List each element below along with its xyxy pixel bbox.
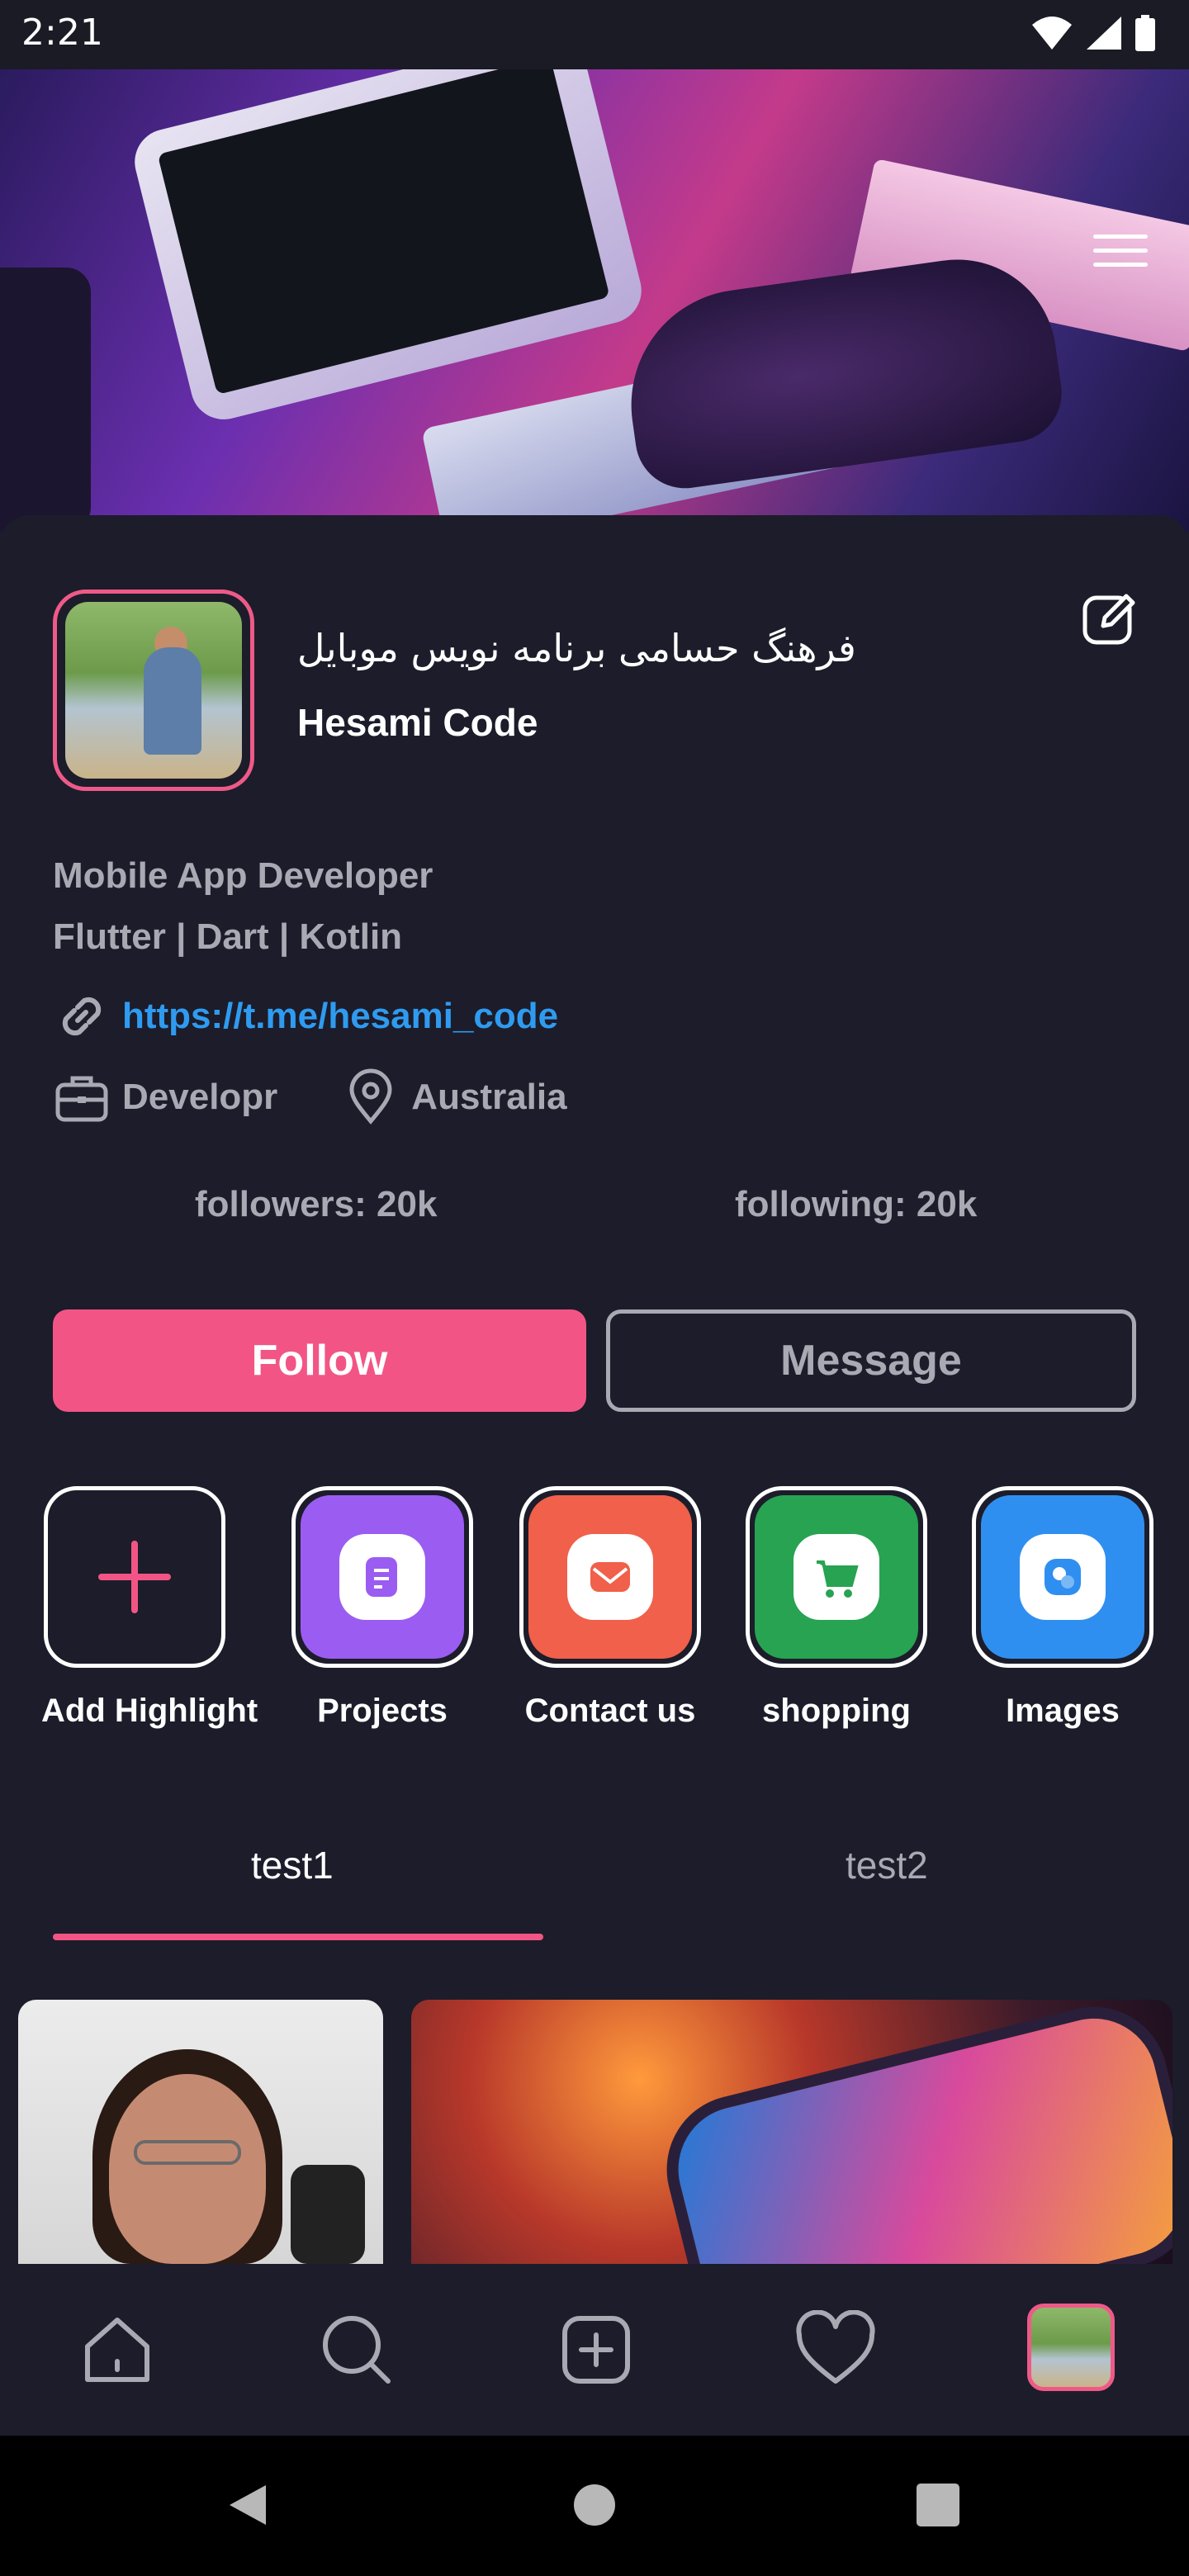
image-icon bbox=[1045, 1559, 1081, 1595]
cart-icon bbox=[817, 1560, 859, 1598]
heart-icon bbox=[796, 2310, 875, 2384]
search-icon bbox=[323, 2316, 391, 2384]
highlight-contact[interactable]: Contact us bbox=[517, 1486, 703, 1730]
post-thumbnail[interactable] bbox=[18, 2000, 383, 2264]
cover-image bbox=[0, 69, 1189, 532]
signal-icon bbox=[1087, 17, 1121, 50]
profile-location: Australia bbox=[411, 1077, 567, 1117]
highlight-add[interactable]: Add Highlight bbox=[41, 1486, 258, 1730]
nav-search[interactable] bbox=[314, 2307, 400, 2393]
followers-count[interactable]: followers: 20k bbox=[195, 1184, 437, 1225]
message-button[interactable]: Message bbox=[606, 1309, 1136, 1412]
status-bar: 2:21 bbox=[0, 0, 1189, 69]
shopping-tile bbox=[755, 1495, 918, 1659]
cover-mug bbox=[0, 268, 91, 532]
menu-icon[interactable] bbox=[1093, 234, 1148, 274]
highlight-label: Projects bbox=[317, 1693, 448, 1729]
bio-line-2: Flutter | Dart | Kotlin bbox=[53, 916, 403, 957]
status-time: 2:21 bbox=[21, 12, 103, 54]
follow-button[interactable]: Follow bbox=[53, 1309, 586, 1412]
highlight-shopping[interactable]: shopping bbox=[743, 1486, 930, 1730]
profile-name-en: Hesami Code bbox=[297, 701, 538, 744]
nav-profile-avatar[interactable] bbox=[1027, 2304, 1115, 2391]
add-icon bbox=[562, 2316, 630, 2384]
location-icon bbox=[349, 1068, 392, 1125]
edit-icon[interactable] bbox=[1080, 588, 1139, 647]
contact-tile bbox=[528, 1495, 692, 1659]
nav-favorites[interactable] bbox=[793, 2307, 879, 2393]
wifi-icon bbox=[1032, 17, 1072, 50]
battery-icon bbox=[1135, 15, 1155, 51]
bio-line-1: Mobile App Developer bbox=[53, 855, 433, 896]
profile-job: Developr bbox=[122, 1077, 278, 1117]
highlight-images[interactable]: Images bbox=[969, 1486, 1156, 1730]
tab-indicator bbox=[53, 1934, 543, 1940]
link-icon bbox=[62, 997, 102, 1036]
profile-link[interactable]: https://t.me/hesami_code bbox=[122, 996, 558, 1037]
projects-tile bbox=[301, 1495, 464, 1659]
highlight-label: Images bbox=[1006, 1693, 1120, 1729]
highlight-projects[interactable]: Projects bbox=[289, 1486, 476, 1730]
highlight-label: Contact us bbox=[524, 1693, 696, 1729]
document-icon bbox=[366, 1557, 397, 1597]
cover-hand bbox=[616, 246, 1068, 495]
following-count[interactable]: following: 20k bbox=[735, 1184, 977, 1225]
highlight-label: shopping bbox=[762, 1693, 911, 1729]
nav-home[interactable] bbox=[74, 2307, 160, 2393]
images-tile bbox=[981, 1495, 1144, 1659]
system-navigation-bar bbox=[0, 2436, 1189, 2576]
plus-icon bbox=[98, 1541, 171, 1613]
avatar[interactable] bbox=[53, 590, 254, 791]
status-icons bbox=[1030, 15, 1156, 51]
meta-row: Developr Australia bbox=[53, 1068, 567, 1126]
add-highlight-tile bbox=[53, 1495, 216, 1659]
highlight-label: Add Highlight bbox=[41, 1693, 258, 1729]
bottom-nav bbox=[0, 2264, 1189, 2436]
post-thumbnail[interactable] bbox=[411, 2000, 1172, 2264]
briefcase-icon bbox=[55, 1076, 108, 1122]
back-icon[interactable] bbox=[223, 2480, 272, 2530]
avatar-image bbox=[65, 602, 242, 779]
mail-icon bbox=[590, 1562, 630, 1592]
recents-icon[interactable] bbox=[917, 2484, 959, 2526]
tab-test1[interactable]: test1 bbox=[251, 1843, 334, 1887]
home-icon bbox=[85, 2318, 149, 2382]
cover-tablet bbox=[127, 69, 649, 427]
nav-add[interactable] bbox=[553, 2307, 639, 2393]
tab-test2[interactable]: test2 bbox=[846, 1843, 928, 1887]
home-circle-icon[interactable] bbox=[573, 2484, 616, 2526]
profile-name-fa: فرهنگ حسامی برنامه نویس موبایل bbox=[297, 626, 856, 670]
link-row: https://t.me/hesami_code bbox=[53, 987, 558, 1045]
